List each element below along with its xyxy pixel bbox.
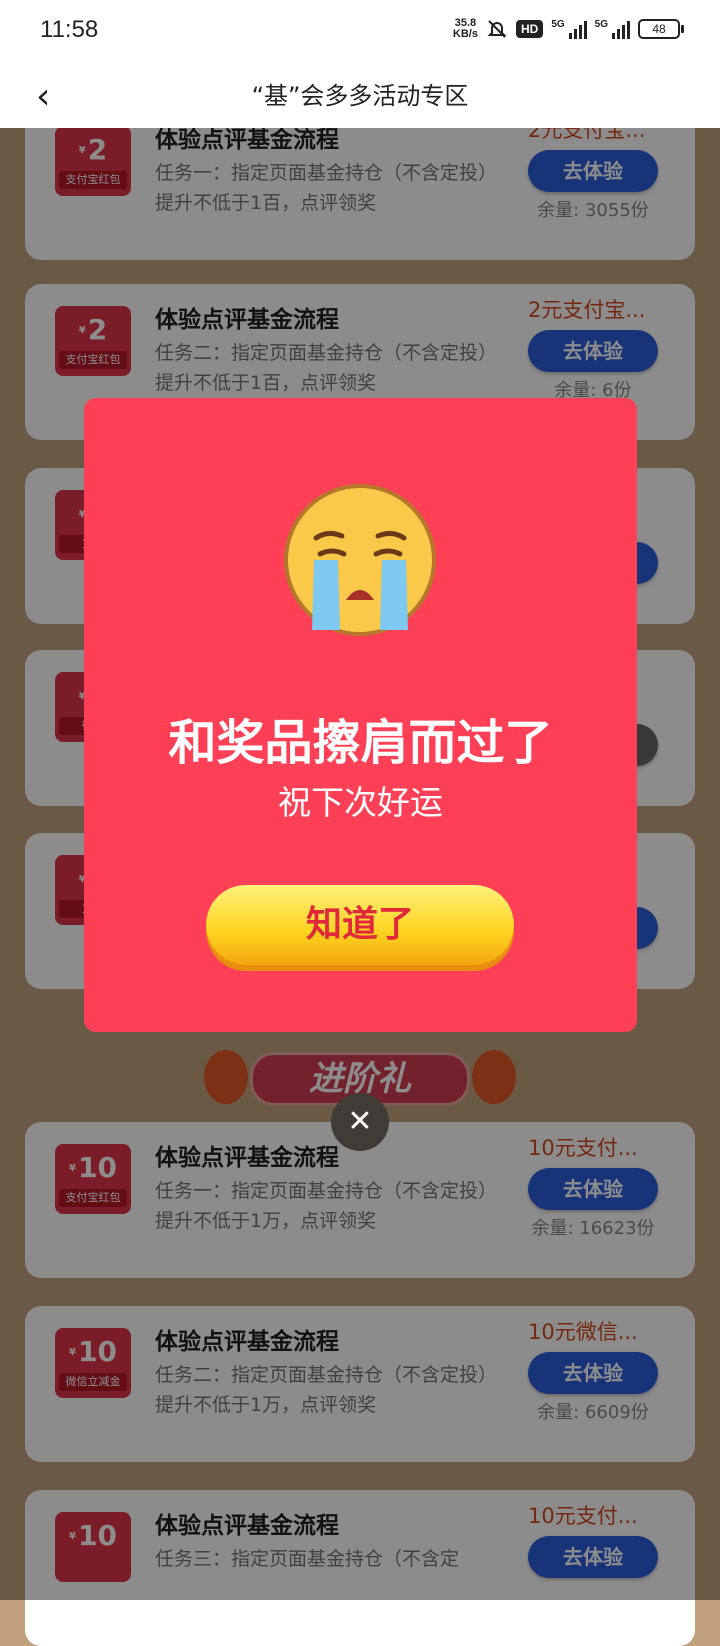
network-speed: 35.8 KB/s — [453, 18, 478, 40]
mute-bell-icon — [487, 20, 507, 38]
status-bar: 11:58 35.8 KB/s HD 5G 5G 48 — [0, 0, 720, 64]
ok-button[interactable]: 知道了 — [206, 885, 514, 965]
close-icon[interactable]: ✕ — [331, 1093, 389, 1151]
nav-bar: ‹ “基”会多多活动专区 — [0, 64, 720, 128]
dialog-subtitle: 祝下次好运 — [278, 783, 443, 822]
sim2-label: 5G — [594, 19, 608, 30]
network-speed-unit: KB/s — [452, 28, 478, 40]
dialog-title: 和奖品擦肩而过了 — [168, 715, 553, 771]
sim1-label: 5G — [551, 19, 565, 30]
signal-sim2-icon: 5G — [595, 19, 630, 39]
battery-icon: 48 — [638, 19, 684, 39]
crying-face-icon — [284, 484, 436, 636]
hd-badge: HD — [515, 20, 544, 38]
result-dialog: 和奖品擦肩而过了 祝下次好运 知道了 — [84, 398, 637, 1032]
signal-sim1-icon: 5G — [551, 19, 587, 39]
status-time: 11:58 — [40, 16, 99, 43]
page-title: “基”会多多活动专区 — [251, 82, 469, 110]
status-icons: 35.8 KB/s HD 5G 5G 48 — [453, 18, 684, 40]
